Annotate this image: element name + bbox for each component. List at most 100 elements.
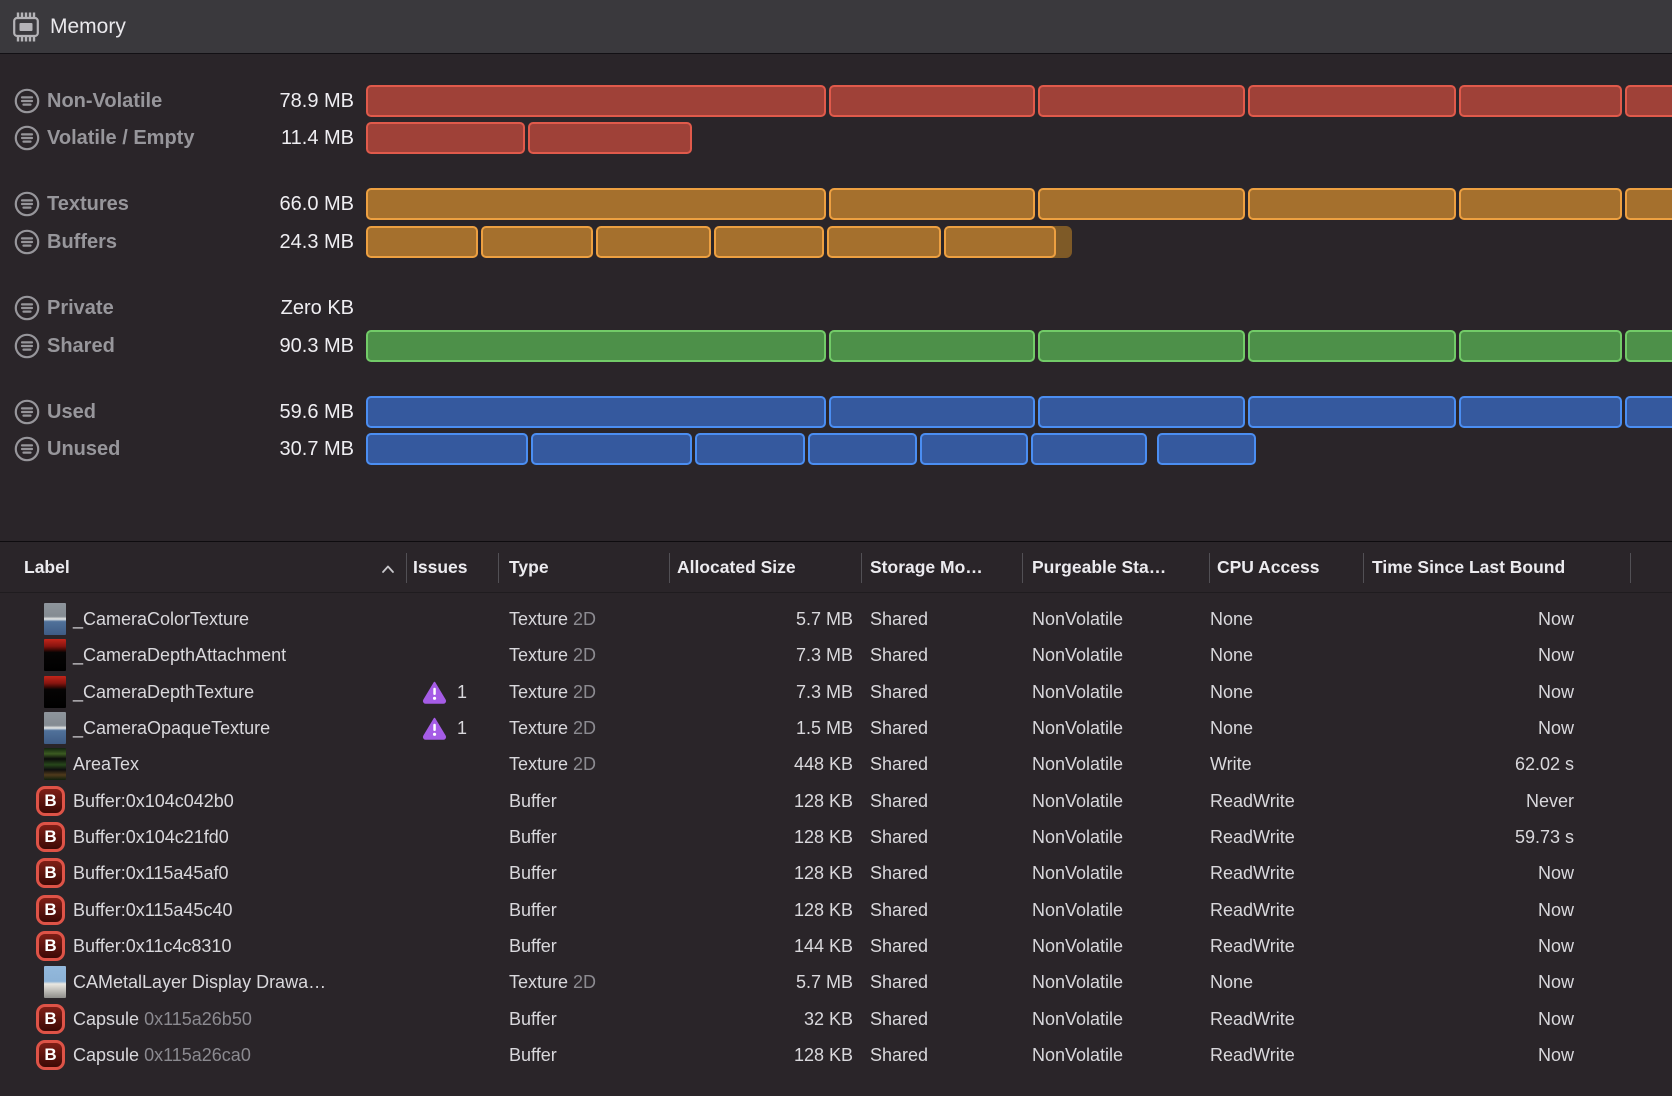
memory-category-label: Shared — [47, 330, 115, 362]
table-row[interactable]: BBuffer:0x11c4c8310Buffer144 KBSharedNon… — [0, 928, 1672, 964]
table-row[interactable]: AreaTexTexture 2D448 KBSharedNonVolatile… — [0, 746, 1672, 782]
table-row[interactable]: _CameraDepthAttachmentTexture 2D7.3 MBSh… — [0, 637, 1672, 673]
cell-cpu-access: ReadWrite — [1210, 1037, 1295, 1073]
table-row[interactable]: BBuffer:0x115a45c40Buffer128 KBSharedNon… — [0, 892, 1672, 928]
memory-bar-segment[interactable] — [920, 433, 1028, 465]
cell-purgeable-state: NonVolatile — [1032, 892, 1123, 928]
type-main: Buffer — [509, 827, 557, 847]
memory-bar-segment[interactable] — [1459, 396, 1622, 428]
memory-bar-segment[interactable] — [1459, 330, 1622, 362]
memory-category-value: 78.9 MB — [140, 85, 354, 117]
memory-bar-segment[interactable] — [1038, 330, 1245, 362]
table-row[interactable]: BCapsule 0x115a26b50Buffer32 KBSharedNon… — [0, 1001, 1672, 1037]
memory-bar-segment[interactable] — [1625, 188, 1672, 220]
memory-bar-segment[interactable] — [1038, 85, 1245, 117]
memory-category-row-private[interactable]: PrivateZero KB — [0, 292, 1672, 324]
table-row[interactable]: BCapsule 0x115a26ca0Buffer128 KBSharedNo… — [0, 1037, 1672, 1073]
column-separator — [1022, 553, 1023, 583]
filter-icon[interactable] — [14, 88, 40, 114]
memory-category-row-unused[interactable]: Unused30.7 MB — [0, 433, 1672, 465]
type-dimension: 2D — [573, 645, 596, 665]
memory-bar-segment[interactable] — [366, 330, 826, 362]
memory-bar-segment[interactable] — [714, 226, 824, 258]
filter-icon[interactable] — [14, 333, 40, 359]
memory-bar-segment[interactable] — [1038, 188, 1245, 220]
warning-icon[interactable] — [422, 717, 447, 740]
memory-bar-segment[interactable] — [366, 433, 528, 465]
cell-type: Texture 2D — [509, 637, 596, 673]
row-label: Buffer:0x104c042b0 — [73, 783, 234, 819]
table-row[interactable]: BBuffer:0x115a45af0Buffer128 KBSharedNon… — [0, 855, 1672, 891]
memory-bar-segment[interactable] — [366, 396, 826, 428]
memory-bar-segment[interactable] — [1248, 85, 1456, 117]
memory-category-label: Textures — [47, 188, 129, 220]
memory-bar-segment[interactable] — [596, 226, 711, 258]
memory-bar-segment[interactable] — [1625, 396, 1672, 428]
memory-bar-segment[interactable] — [366, 188, 826, 220]
memory-bar-segment[interactable] — [366, 122, 525, 154]
memory-category-row-volatile-empty[interactable]: Volatile / Empty11.4 MB — [0, 122, 1672, 154]
row-label-text: Buffer:0x115a45c40 — [73, 900, 232, 920]
table-row[interactable]: CAMetalLayer Display Drawa…Texture 2D5.7… — [0, 964, 1672, 1000]
column-header-purgeable[interactable]: Purgeable Sta… — [1032, 542, 1166, 593]
memory-category-row-used[interactable]: Used59.6 MB — [0, 396, 1672, 428]
row-label: Buffer:0x115a45c40 — [73, 892, 232, 928]
memory-bar-segment[interactable] — [1625, 85, 1672, 117]
memory-bar-segment[interactable] — [944, 226, 1056, 258]
memory-bar-segment[interactable] — [1038, 396, 1245, 428]
warning-icon[interactable] — [422, 681, 447, 704]
table-row[interactable]: BBuffer:0x104c042b0Buffer128 KBSharedNon… — [0, 783, 1672, 819]
cell-time-since-last-bound: Never — [1380, 783, 1574, 819]
issue-count: 1 — [457, 710, 467, 746]
column-header-storage[interactable]: Storage Mo… — [870, 542, 983, 593]
column-header-issues[interactable]: Issues — [413, 542, 467, 593]
memory-bar-segment[interactable] — [827, 226, 941, 258]
memory-category-row-textures[interactable]: Textures66.0 MB — [0, 188, 1672, 220]
table-row[interactable]: _CameraOpaqueTexture1Texture 2D1.5 MBSha… — [0, 710, 1672, 746]
memory-bar-segment[interactable] — [829, 330, 1035, 362]
buffer-icon: B — [36, 786, 65, 816]
row-label-text: _CameraDepthTexture — [73, 682, 254, 702]
memory-bar-segment[interactable] — [366, 85, 826, 117]
memory-bar-segment[interactable] — [528, 122, 692, 154]
memory-bar-segment[interactable] — [531, 433, 692, 465]
table-header: Label Issues Type Allocated Size Storage Mo…… — [0, 541, 1672, 593]
memory-bar-segment[interactable] — [829, 85, 1035, 117]
memory-bar-segment[interactable] — [1248, 396, 1456, 428]
column-header-alloc[interactable]: Allocated Size — [677, 542, 796, 593]
table-row[interactable]: _CameraColorTextureTexture 2D5.7 MBShare… — [0, 601, 1672, 637]
memory-category-row-buffers[interactable]: Buffers24.3 MB — [0, 226, 1672, 258]
filter-icon[interactable] — [14, 191, 40, 217]
memory-category-row-shared[interactable]: Shared90.3 MB — [0, 330, 1672, 362]
buffer-icon: B — [36, 858, 65, 888]
filter-icon[interactable] — [14, 295, 40, 321]
cell-type: Texture 2D — [509, 746, 596, 782]
memory-bar-segment[interactable] — [1459, 85, 1622, 117]
cell-allocated-size: 5.7 MB — [669, 601, 853, 637]
column-header-cpu[interactable]: CPU Access — [1217, 542, 1319, 593]
page-title: Memory — [50, 15, 126, 39]
memory-bar-segment[interactable] — [366, 226, 478, 258]
filter-icon[interactable] — [14, 125, 40, 151]
memory-bar-segment[interactable] — [1031, 433, 1147, 465]
column-header-time[interactable]: Time Since Last Bound — [1372, 542, 1565, 593]
column-header-label[interactable]: Label — [24, 542, 70, 593]
memory-bar-segment[interactable] — [1157, 433, 1256, 465]
filter-icon[interactable] — [14, 436, 40, 462]
type-dimension: 2D — [573, 718, 596, 738]
memory-bar-segment[interactable] — [695, 433, 805, 465]
table-row[interactable]: BBuffer:0x104c21fd0Buffer128 KBSharedNon… — [0, 819, 1672, 855]
memory-bar-segment[interactable] — [1625, 330, 1672, 362]
memory-bar-segment[interactable] — [808, 433, 917, 465]
table-row[interactable]: _CameraDepthTexture1Texture 2D7.3 MBShar… — [0, 674, 1672, 710]
column-header-type[interactable]: Type — [509, 542, 549, 593]
memory-bar-segment[interactable] — [1248, 330, 1456, 362]
filter-icon[interactable] — [14, 399, 40, 425]
memory-category-row-non-volatile[interactable]: Non-Volatile78.9 MB — [0, 85, 1672, 117]
memory-bar-segment[interactable] — [481, 226, 593, 258]
memory-bar-segment[interactable] — [829, 396, 1035, 428]
memory-bar-segment[interactable] — [829, 188, 1035, 220]
filter-icon[interactable] — [14, 229, 40, 255]
memory-bar-segment[interactable] — [1459, 188, 1622, 220]
memory-bar-segment[interactable] — [1248, 188, 1456, 220]
